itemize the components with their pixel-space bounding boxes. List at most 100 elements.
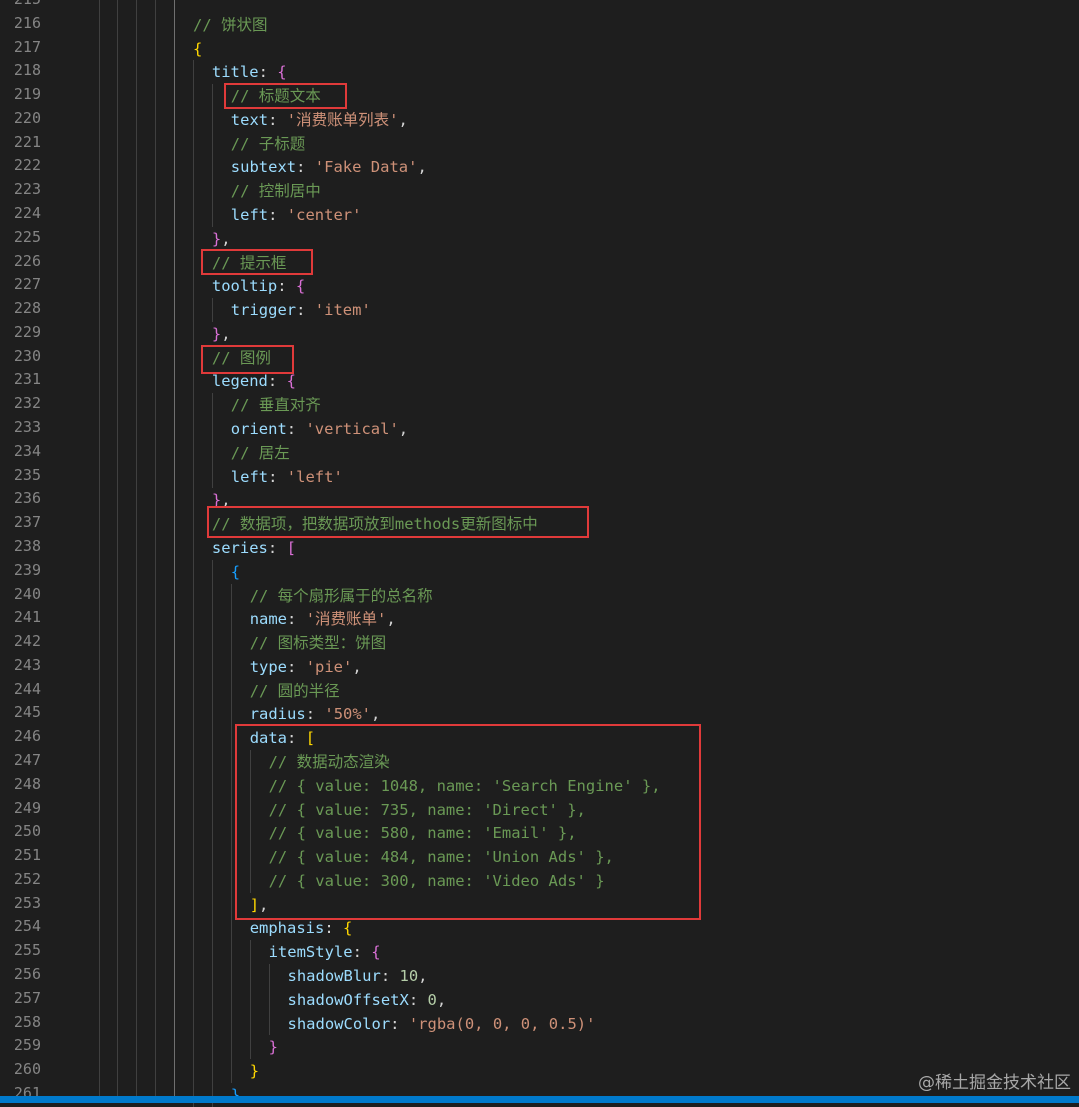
code-line[interactable]: 222 subtext: 'Fake Data', [0, 155, 1079, 179]
token-key: text [230, 110, 269, 129]
token-b2: { [371, 943, 381, 962]
line-number: 254 [13, 917, 41, 936]
code-line[interactable]: 216 // 饼状图 [0, 13, 1079, 37]
token-str: 'Fake Data' [314, 158, 418, 177]
token-comment: // 圆的半径 [249, 681, 340, 700]
token-punc: : [352, 943, 372, 962]
code-text: // 子标题 [231, 132, 306, 156]
code-line[interactable]: 256 shadowBlur: 10, [0, 964, 1079, 988]
code-line[interactable]: 245 radius: '50%', [0, 702, 1079, 726]
line-number: 230 [13, 346, 41, 365]
highlight-box-legend-comment [201, 345, 294, 374]
token-b2: { [286, 372, 296, 391]
line-number: 255 [13, 941, 41, 960]
watermark: @稀土掘金技术社区 [918, 1073, 1071, 1093]
token-key: series [211, 538, 268, 557]
code-line[interactable]: 239 { [0, 560, 1079, 584]
token-punc: : [380, 966, 400, 985]
code-line[interactable]: 225}, [0, 227, 1079, 251]
token-punc: : [287, 657, 306, 676]
token-b1: { [343, 919, 353, 938]
token-key: legend [211, 372, 268, 391]
code-line[interactable]: 223 // 控制居中 [0, 179, 1079, 203]
token-punc: , [371, 705, 381, 724]
code-text: } [231, 1083, 240, 1107]
code-line[interactable]: 224 left: 'center' [0, 203, 1079, 227]
code-text: { [193, 37, 202, 61]
code-line[interactable]: 242 // 图标类型：饼图 [0, 631, 1079, 655]
code-text: // 居左 [231, 441, 290, 465]
line-number: 246 [13, 727, 41, 746]
code-line[interactable]: 229}, [0, 322, 1079, 346]
code-line[interactable]: 227 tooltip: { [0, 274, 1079, 298]
code-line[interactable]: 218 title: { [0, 60, 1079, 84]
code-line[interactable]: 243 type: 'pie', [0, 655, 1079, 679]
code-line[interactable]: 233 orient: 'vertical', [0, 417, 1079, 441]
code-line[interactable]: 230// 图例 [0, 346, 1079, 370]
code-line[interactable]: 238 series: [ [0, 536, 1079, 560]
line-number: 253 [13, 893, 41, 912]
code-text: } [250, 1059, 259, 1083]
token-punc: : [296, 301, 315, 320]
token-str: 'pie' [305, 657, 353, 676]
code-text: shadowOffsetX: 0, [288, 988, 447, 1012]
code-line[interactable]: 244 // 圆的半径 [0, 679, 1079, 703]
code-line[interactable]: 254 emphasis: { [0, 916, 1079, 940]
code-line[interactable]: 234 // 居左 [0, 441, 1079, 465]
token-punc: : [408, 990, 428, 1009]
token-key: type [249, 657, 288, 676]
token-b3: { [230, 562, 241, 581]
line-number: 223 [13, 180, 41, 199]
code-line[interactable]: 221 // 子标题 [0, 132, 1079, 156]
token-comment: // 饼状图 [193, 15, 268, 34]
line-number: 221 [13, 132, 41, 151]
highlight-box-series-comment [207, 506, 589, 538]
token-key: shadowOffsetX [287, 990, 409, 1009]
code-line[interactable]: 228 trigger: 'item' [0, 298, 1079, 322]
highlight-box-tooltip-comment [201, 249, 313, 275]
line-number: 233 [13, 418, 41, 437]
code-line[interactable]: 220 text: '消费账单列表', [0, 108, 1079, 132]
code-line[interactable]: 235 left: 'left' [0, 465, 1079, 489]
token-punc: , [398, 420, 409, 439]
line-number: 225 [13, 227, 41, 246]
code-editor[interactable]: 215 216 // 饼状图 217 {218 title: {219// 标题文本220… [0, 0, 1079, 1107]
token-punc: , [436, 990, 447, 1009]
code-text: emphasis: { [250, 916, 353, 940]
line-number: 222 [13, 156, 41, 175]
code-line[interactable]: 226// 提示框 [0, 251, 1079, 275]
line-number: 238 [13, 536, 41, 555]
token-key: name [249, 610, 288, 629]
line-number: 216 [13, 13, 41, 32]
token-key: orient [230, 420, 287, 439]
token-num: 10 [399, 966, 419, 985]
token-punc: , [221, 324, 231, 343]
code-line[interactable]: 232 // 垂直对齐 [0, 393, 1079, 417]
token-b2: { [277, 63, 287, 82]
code-line[interactable]: 257 shadowOffsetX: 0, [0, 988, 1079, 1012]
token-str: 'item' [314, 301, 371, 320]
code-line[interactable]: 241 name: '消费账单', [0, 607, 1079, 631]
token-punc: : [268, 467, 287, 486]
code-line[interactable]: 219// 标题文本 [0, 84, 1079, 108]
code-line[interactable]: 259} [0, 1035, 1079, 1059]
code-line[interactable]: 258 shadowColor: 'rgba(0, 0, 0, 0.5)' [0, 1012, 1079, 1036]
line-number: 237 [13, 513, 41, 532]
token-comment: // 垂直对齐 [230, 396, 321, 415]
code-text: orient: 'vertical', [231, 417, 408, 441]
code-text: { [231, 560, 240, 584]
token-key: left [230, 206, 269, 225]
code-line[interactable]: 240 // 每个扇形属于的总名称 [0, 584, 1079, 608]
code-text: text: '消费账单列表', [231, 108, 408, 132]
code-line[interactable]: 255 itemStyle: { [0, 940, 1079, 964]
token-punc: : [305, 705, 325, 724]
line-number: 220 [13, 108, 41, 127]
token-key: trigger [230, 301, 297, 320]
code-line[interactable]: 215 [0, 0, 1079, 13]
token-str: '消费账单列表' [286, 110, 399, 129]
line-number: 251 [13, 846, 41, 865]
line-number: 245 [13, 703, 41, 722]
code-line[interactable]: 217 { [0, 37, 1079, 61]
code-line[interactable]: 231 legend: { [0, 369, 1079, 393]
code-text: tooltip: { [212, 274, 305, 298]
